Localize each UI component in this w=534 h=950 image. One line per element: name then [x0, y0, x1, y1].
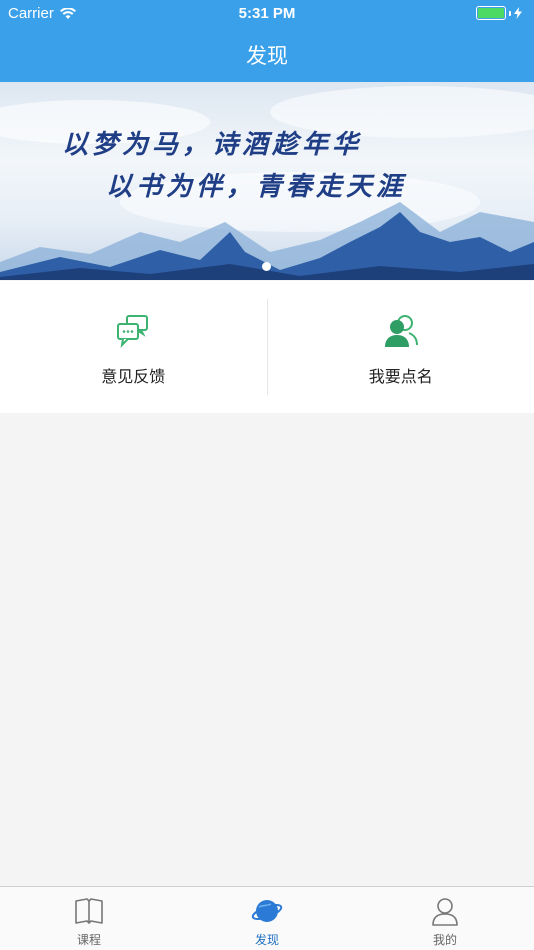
banner-text-line2: 以书为伴，青春走天涯 — [106, 172, 407, 202]
app-header: Carrier 5:31 PM 发现 — [0, 0, 534, 82]
tab-bar: 课程 发现 我的 — [0, 886, 534, 950]
battery-icon — [476, 6, 522, 20]
users-icon — [384, 315, 418, 347]
person-icon — [432, 898, 458, 926]
charging-bolt-icon — [514, 7, 522, 19]
feedback-label: 意见反馈 — [101, 369, 166, 386]
tab-courses[interactable]: 课程 — [0, 887, 178, 950]
chat-bubbles-icon — [117, 315, 149, 348]
feature-panel: 意见反馈 我要点名 — [0, 281, 534, 413]
tab-discover[interactable]: 发现 — [178, 887, 356, 950]
planet-icon — [251, 900, 283, 922]
banner[interactable]: 以梦为马，诗酒趁年华 以书为伴，青春走天涯 — [0, 82, 534, 280]
roll-call-button[interactable]: 我要点名 — [266, 299, 534, 395]
tab-profile-label: 我的 — [432, 933, 457, 947]
tab-courses-label: 课程 — [76, 933, 101, 947]
feedback-button[interactable]: 意见反馈 — [0, 281, 267, 413]
status-bar: Carrier 5:31 PM — [0, 0, 534, 28]
banner-page-indicator — [262, 262, 271, 271]
tab-discover-label: 发现 — [254, 933, 279, 947]
banner-text-line1: 以梦为马，诗酒趁年华 — [62, 130, 363, 160]
book-icon — [75, 898, 103, 924]
tab-profile[interactable]: 我的 — [356, 887, 534, 950]
roll-call-label: 我要点名 — [368, 369, 433, 386]
status-time: 5:31 PM — [238, 5, 296, 22]
page-title: 发现 — [246, 45, 288, 68]
